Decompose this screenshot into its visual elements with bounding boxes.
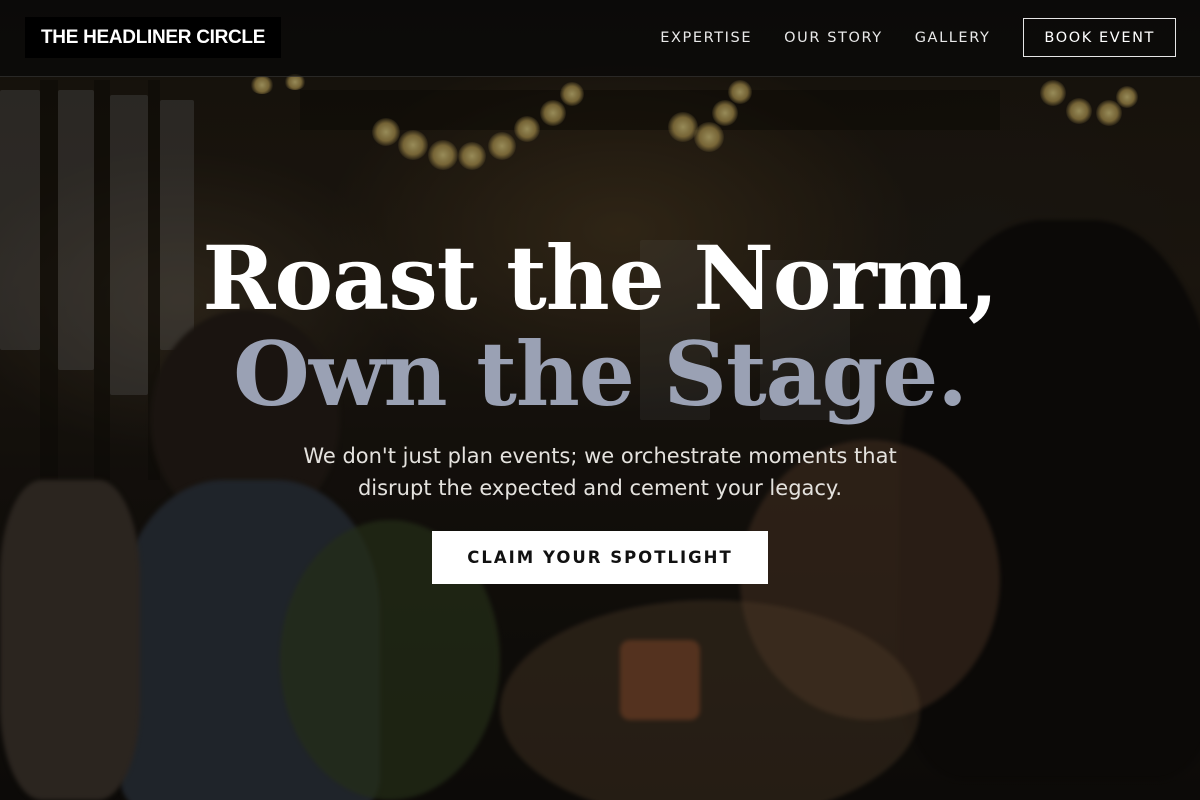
book-event-button[interactable]: BOOK EVENT <box>1023 18 1176 57</box>
hero-headline-line1: Roast the Norm, <box>202 226 998 330</box>
nav-item-gallery[interactable]: GALLERY <box>915 30 991 46</box>
hero-headline-line2: Own the Stage. <box>233 322 968 426</box>
claim-spotlight-button[interactable]: CLAIM YOUR SPOTLIGHT <box>432 531 768 584</box>
hero-section: Roast the Norm, Own the Stage. We don't … <box>0 230 1200 584</box>
hero-subtitle-line1: We don't just plan events; we orchestrat… <box>303 444 897 468</box>
hero-subtitle: We don't just plan events; we orchestrat… <box>0 440 1200 504</box>
nav-item-expertise[interactable]: EXPERTISE <box>660 30 752 46</box>
main-nav: EXPERTISE OUR STORY GALLERY BOOK EVENT <box>628 18 1176 57</box>
nav-item-our-story[interactable]: OUR STORY <box>784 30 883 46</box>
site-header: THE HEADLINER CIRCLE EXPERTISE OUR STORY… <box>0 0 1200 77</box>
hero-subtitle-line2: disrupt the expected and cement your leg… <box>357 476 843 500</box>
brand-logo[interactable]: THE HEADLINER CIRCLE <box>25 17 282 58</box>
